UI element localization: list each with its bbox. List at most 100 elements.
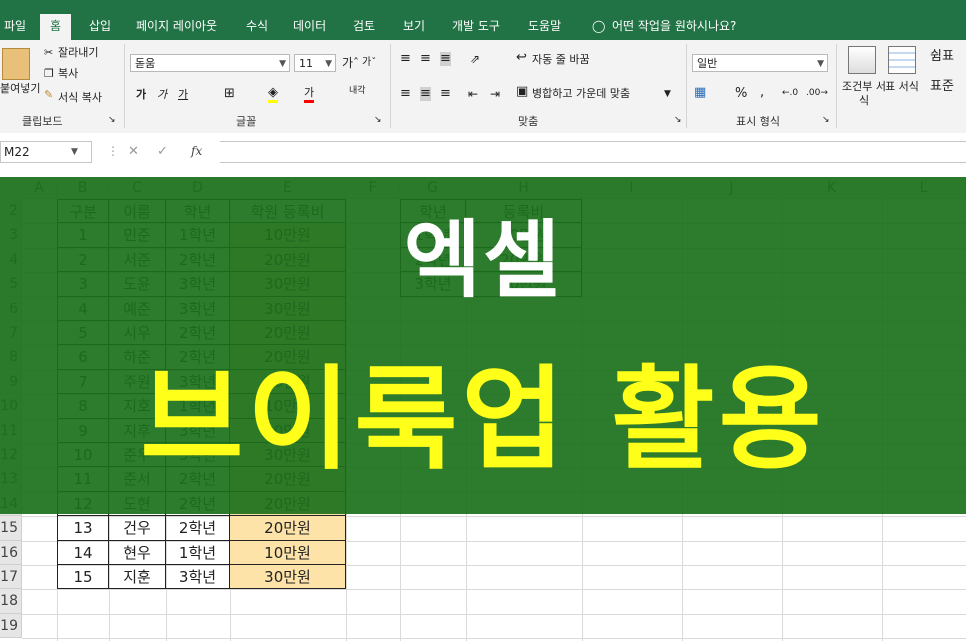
table-cell[interactable]: 2학년 xyxy=(166,516,230,541)
cell-style-comma[interactable]: 쉼표 xyxy=(930,50,954,64)
tab-developer[interactable]: 개발 도구 xyxy=(452,18,500,34)
table-cell[interactable]: 지훈 xyxy=(109,565,166,590)
underline-icon[interactable]: 가 xyxy=(178,88,188,102)
align-bottom-icon[interactable]: ≡ xyxy=(440,52,451,66)
tab-file[interactable]: 파일 xyxy=(4,18,26,34)
paste-icon[interactable] xyxy=(2,48,30,80)
italic-icon[interactable]: 가 xyxy=(157,88,167,102)
cancel-icon[interactable]: ✕ xyxy=(128,144,139,159)
alignment-group-label: 맞춤 xyxy=(518,115,539,128)
formula-input[interactable] xyxy=(220,141,966,163)
format-painter-button[interactable]: 서식 복사 xyxy=(58,91,102,105)
group-separator xyxy=(686,44,687,128)
banner-title-line-1: 엑셀 xyxy=(403,211,563,309)
align-center-icon[interactable]: ≡ xyxy=(420,87,431,101)
align-top-icon[interactable]: ≡ xyxy=(400,52,411,66)
table-cell[interactable]: 14 xyxy=(57,540,109,565)
row-header[interactable]: 16 xyxy=(0,540,22,565)
group-separator xyxy=(390,44,391,128)
merge-icon[interactable]: ▣ xyxy=(516,85,528,99)
merge-dropdown-icon[interactable]: ▼ xyxy=(664,87,671,101)
table-cell[interactable]: 현우 xyxy=(109,540,166,565)
merge-center-button[interactable]: 병합하고 가운데 맞춤 xyxy=(532,87,630,101)
banner-title-line-2: 브이룩업 활용 xyxy=(140,355,826,485)
cut-button[interactable]: 잘라내기 xyxy=(58,46,98,60)
table-cell[interactable]: 건우 xyxy=(109,516,166,541)
insert-function-icon[interactable]: fx xyxy=(191,144,202,158)
formula-bar: M22 ▼ ⋮ ✕ ✓ fx xyxy=(0,133,966,177)
tab-review[interactable]: 검토 xyxy=(353,18,375,34)
tab-data[interactable]: 데이터 xyxy=(293,18,326,34)
row-header[interactable]: 18 xyxy=(0,589,22,614)
percent-button[interactable]: % xyxy=(735,87,747,101)
table-cell[interactable]: 10만원 xyxy=(230,540,346,565)
table-cell[interactable]: 20만원 xyxy=(230,516,346,541)
alignment-launcher-icon[interactable]: ↘ xyxy=(674,113,682,127)
lightbulb-icon: ◯ xyxy=(592,19,606,33)
grid-line xyxy=(22,613,966,615)
cell-style-normal[interactable]: 표준 xyxy=(930,80,954,94)
group-separator xyxy=(836,44,837,128)
orientation-icon[interactable]: ⇗ xyxy=(470,52,480,66)
cut-icon[interactable]: ✂ xyxy=(44,46,53,60)
more-icon: ⋮ xyxy=(107,144,119,158)
decrease-decimal-icon[interactable]: .00→ xyxy=(806,86,828,100)
copy-icon[interactable]: ❐ xyxy=(44,67,54,81)
tab-insert[interactable]: 삽입 xyxy=(89,18,111,34)
wrap-text-icon[interactable]: ↩ xyxy=(516,51,527,65)
bold-icon[interactable]: 가 xyxy=(136,88,146,102)
clipboard-launcher-icon[interactable]: ↘ xyxy=(108,113,116,127)
table-cell[interactable]: 15 xyxy=(57,565,109,590)
paste-button[interactable]: 붙여넣기 xyxy=(0,82,40,96)
conditional-format-button[interactable]: 조건부 서식 xyxy=(842,80,886,108)
clipboard-group-label: 클립보드 xyxy=(22,115,63,128)
format-table-button[interactable]: 표 서식 xyxy=(884,80,920,94)
wrap-text-button[interactable]: 자동 줄 바꿈 xyxy=(532,53,590,67)
comma-style-icon[interactable]: , xyxy=(760,86,764,100)
increase-indent-icon[interactable]: ⇥ xyxy=(490,87,500,101)
align-right-icon[interactable]: ≡ xyxy=(440,87,451,101)
font-size-combo[interactable]: 11 ▼ xyxy=(294,54,336,72)
tab-home[interactable]: 홈 xyxy=(40,14,72,40)
tab-view[interactable]: 보기 xyxy=(403,18,425,34)
phonetic-icon[interactable]: 내각 xyxy=(349,84,366,98)
row-header[interactable]: 17 xyxy=(0,565,22,590)
format-painter-icon[interactable]: ✎ xyxy=(44,88,53,102)
number-launcher-icon[interactable]: ↘ xyxy=(822,113,830,127)
tab-formulas[interactable]: 수식 xyxy=(246,18,268,34)
font-grow-icon[interactable]: 가ˆ xyxy=(342,56,359,70)
increase-decimal-icon[interactable]: ←.0 xyxy=(782,86,798,100)
table-cell[interactable]: 13 xyxy=(57,516,109,541)
table-cell[interactable]: 30만원 xyxy=(230,565,346,590)
tab-page-layout[interactable]: 페이지 레이아웃 xyxy=(136,18,217,34)
currency-icon[interactable]: ▦ xyxy=(694,86,706,100)
number-group-label: 표시 형식 xyxy=(736,115,780,128)
align-left-icon[interactable]: ≡ xyxy=(400,87,411,101)
number-format-combo[interactable]: 일반 ▼ xyxy=(692,54,828,72)
row-header[interactable]: 19 xyxy=(0,613,22,639)
title-bar xyxy=(0,0,966,12)
font-name-combo[interactable]: 돋움 ▼ xyxy=(130,54,290,72)
align-middle-icon[interactable]: ≡ xyxy=(420,52,431,66)
font-launcher-icon[interactable]: ↘ xyxy=(374,113,382,127)
conditional-format-icon[interactable] xyxy=(848,46,876,74)
ribbon: 붙여넣기 ✂ 잘라내기 ❐ 복사 ✎ 서식 복사 클립보드 ↘ 돋움 ▼ 11 ▼ … xyxy=(0,40,966,134)
row-header[interactable]: 15 xyxy=(0,516,22,541)
name-box-dropdown-icon: ▼ xyxy=(71,147,78,157)
name-box[interactable]: M22 ▼ xyxy=(0,141,92,163)
tab-help[interactable]: 도움말 xyxy=(528,18,561,34)
font-shrink-icon[interactable]: 가ˇ xyxy=(362,56,376,70)
enter-icon[interactable]: ✓ xyxy=(157,144,168,159)
fill-color-icon[interactable]: ◈ xyxy=(268,86,278,103)
font-color-icon[interactable]: 가 xyxy=(304,86,315,103)
tell-me-box[interactable]: 어떤 작업을 원하시나요? xyxy=(612,18,736,34)
decrease-indent-icon[interactable]: ⇤ xyxy=(468,87,478,101)
ribbon-tabs: 파일 홈 삽입 페이지 레이아웃 수식 데이터 검토 보기 개발 도구 도움말 … xyxy=(0,12,966,40)
table-cell[interactable]: 3학년 xyxy=(166,565,230,590)
format-table-icon[interactable] xyxy=(888,46,916,74)
table-cell[interactable]: 1학년 xyxy=(166,540,230,565)
grid-line xyxy=(22,638,966,640)
grid-line xyxy=(22,589,966,591)
copy-button[interactable]: 복사 xyxy=(58,67,78,81)
border-icon[interactable]: ⊞ xyxy=(224,87,235,101)
